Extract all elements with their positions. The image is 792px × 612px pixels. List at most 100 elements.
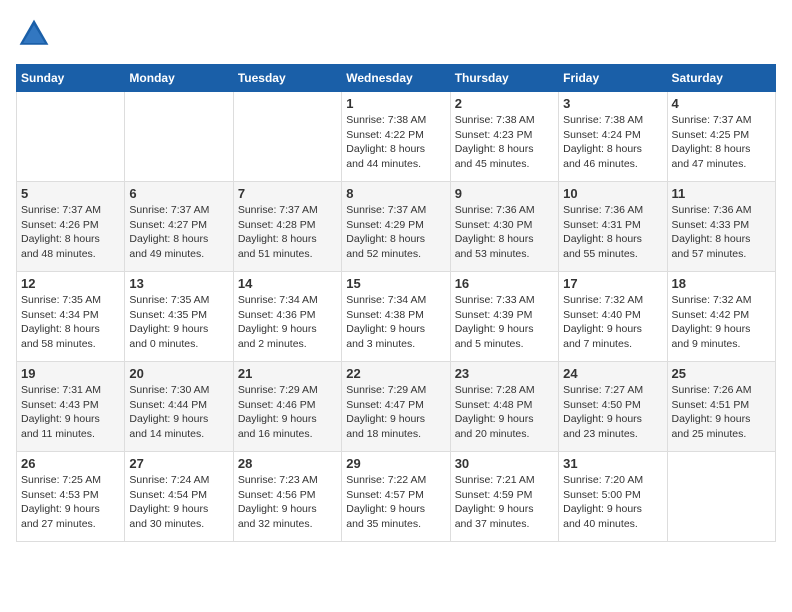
day-info: Sunrise: 7:37 AM Sunset: 4:28 PM Dayligh…: [238, 203, 337, 262]
calendar-cell: 27 Sunrise: 7:24 AM Sunset: 4:54 PM Dayli…: [125, 452, 233, 542]
calendar-week-0: 1Sunrise: 7:38 AM Sunset: 4:22 PM Daylig…: [17, 92, 776, 182]
day-info: Sunrise: 7:29 AM Sunset: 4:46 PM Dayligh…: [238, 383, 337, 442]
day-number: 8: [346, 186, 445, 201]
day-number: 30: [455, 456, 554, 471]
calendar-cell: 8 Sunrise: 7:37 AM Sunset: 4:29 PM Daylig…: [342, 182, 450, 272]
calendar-cell: 31 Sunrise: 7:20 AM Sunset: 5:00 PM Dayli…: [559, 452, 667, 542]
day-number: 4: [672, 96, 771, 111]
calendar-cell: 16 Sunrise: 7:33 AM Sunset: 4:39 PM Dayli…: [450, 272, 558, 362]
day-number: 10: [563, 186, 662, 201]
weekday-row: SundayMondayTuesdayWednesdayThursdayFrid…: [17, 65, 776, 92]
day-number: 29: [346, 456, 445, 471]
day-info: Sunrise: 7:29 AM Sunset: 4:47 PM Dayligh…: [346, 383, 445, 442]
calendar-body: 1Sunrise: 7:38 AM Sunset: 4:22 PM Daylig…: [17, 92, 776, 542]
day-info: Sunrise: 7:38 AM Sunset: 4:23 PM Dayligh…: [455, 113, 554, 172]
calendar-cell: 10 Sunrise: 7:36 AM Sunset: 4:31 PM Dayli…: [559, 182, 667, 272]
calendar-cell: 19Sunrise: 7:31 AM Sunset: 4:43 PM Dayli…: [17, 362, 125, 452]
day-number: 19: [21, 366, 120, 381]
calendar-week-4: 26Sunrise: 7:25 AM Sunset: 4:53 PM Dayli…: [17, 452, 776, 542]
day-info: Sunrise: 7:37 AM Sunset: 4:26 PM Dayligh…: [21, 203, 120, 262]
calendar-cell: 14 Sunrise: 7:34 AM Sunset: 4:36 PM Dayli…: [233, 272, 341, 362]
day-info: Sunrise: 7:34 AM Sunset: 4:36 PM Dayligh…: [238, 293, 337, 352]
day-number: 14: [238, 276, 337, 291]
day-number: 7: [238, 186, 337, 201]
day-info: Sunrise: 7:34 AM Sunset: 4:38 PM Dayligh…: [346, 293, 445, 352]
day-number: 6: [129, 186, 228, 201]
calendar-cell: 7 Sunrise: 7:37 AM Sunset: 4:28 PM Daylig…: [233, 182, 341, 272]
day-info: Sunrise: 7:37 AM Sunset: 4:25 PM Dayligh…: [672, 113, 771, 172]
day-number: 5: [21, 186, 120, 201]
calendar-cell: 20 Sunrise: 7:30 AM Sunset: 4:44 PM Dayli…: [125, 362, 233, 452]
day-info: Sunrise: 7:38 AM Sunset: 4:24 PM Dayligh…: [563, 113, 662, 172]
calendar-cell: 22 Sunrise: 7:29 AM Sunset: 4:47 PM Dayli…: [342, 362, 450, 452]
calendar-week-2: 12 Sunrise: 7:35 AM Sunset: 4:34 PM Dayli…: [17, 272, 776, 362]
calendar-cell: 21 Sunrise: 7:29 AM Sunset: 4:46 PM Dayli…: [233, 362, 341, 452]
calendar-cell: 28 Sunrise: 7:23 AM Sunset: 4:56 PM Dayli…: [233, 452, 341, 542]
day-info: Sunrise: 7:27 AM Sunset: 4:50 PM Dayligh…: [563, 383, 662, 442]
calendar-cell: 24 Sunrise: 7:27 AM Sunset: 4:50 PM Dayli…: [559, 362, 667, 452]
calendar-cell: 17Sunrise: 7:32 AM Sunset: 4:40 PM Dayli…: [559, 272, 667, 362]
calendar-cell: 25 Sunrise: 7:26 AM Sunset: 4:51 PM Dayli…: [667, 362, 775, 452]
day-number: 2: [455, 96, 554, 111]
calendar-cell: 11Sunrise: 7:36 AM Sunset: 4:33 PM Dayli…: [667, 182, 775, 272]
calendar-cell: 26Sunrise: 7:25 AM Sunset: 4:53 PM Dayli…: [17, 452, 125, 542]
weekday-header-monday: Monday: [125, 65, 233, 92]
day-info: Sunrise: 7:37 AM Sunset: 4:29 PM Dayligh…: [346, 203, 445, 262]
calendar-cell: 30 Sunrise: 7:21 AM Sunset: 4:59 PM Dayli…: [450, 452, 558, 542]
day-info: Sunrise: 7:21 AM Sunset: 4:59 PM Dayligh…: [455, 473, 554, 532]
day-info: Sunrise: 7:24 AM Sunset: 4:54 PM Dayligh…: [129, 473, 228, 532]
day-number: 25: [672, 366, 771, 381]
day-info: Sunrise: 7:23 AM Sunset: 4:56 PM Dayligh…: [238, 473, 337, 532]
calendar-cell: 2 Sunrise: 7:38 AM Sunset: 4:23 PM Daylig…: [450, 92, 558, 182]
weekday-header-friday: Friday: [559, 65, 667, 92]
day-info: Sunrise: 7:30 AM Sunset: 4:44 PM Dayligh…: [129, 383, 228, 442]
calendar-cell: 6 Sunrise: 7:37 AM Sunset: 4:27 PM Daylig…: [125, 182, 233, 272]
day-number: 24: [563, 366, 662, 381]
day-info: Sunrise: 7:28 AM Sunset: 4:48 PM Dayligh…: [455, 383, 554, 442]
day-info: Sunrise: 7:22 AM Sunset: 4:57 PM Dayligh…: [346, 473, 445, 532]
day-info: Sunrise: 7:36 AM Sunset: 4:30 PM Dayligh…: [455, 203, 554, 262]
day-number: 21: [238, 366, 337, 381]
page-header: [16, 16, 776, 52]
day-info: Sunrise: 7:37 AM Sunset: 4:27 PM Dayligh…: [129, 203, 228, 262]
calendar-week-1: 5 Sunrise: 7:37 AM Sunset: 4:26 PM Daylig…: [17, 182, 776, 272]
weekday-header-tuesday: Tuesday: [233, 65, 341, 92]
day-number: 22: [346, 366, 445, 381]
calendar-cell: [17, 92, 125, 182]
day-number: 16: [455, 276, 554, 291]
day-number: 31: [563, 456, 662, 471]
day-number: 28: [238, 456, 337, 471]
calendar-cell: [667, 452, 775, 542]
day-number: 3: [563, 96, 662, 111]
weekday-header-thursday: Thursday: [450, 65, 558, 92]
day-number: 11: [672, 186, 771, 201]
day-number: 9: [455, 186, 554, 201]
calendar-cell: 29 Sunrise: 7:22 AM Sunset: 4:57 PM Dayli…: [342, 452, 450, 542]
day-number: 18: [672, 276, 771, 291]
calendar-cell: 15Sunrise: 7:34 AM Sunset: 4:38 PM Dayli…: [342, 272, 450, 362]
calendar-cell: [233, 92, 341, 182]
day-info: Sunrise: 7:35 AM Sunset: 4:34 PM Dayligh…: [21, 293, 120, 352]
weekday-header-saturday: Saturday: [667, 65, 775, 92]
day-info: Sunrise: 7:26 AM Sunset: 4:51 PM Dayligh…: [672, 383, 771, 442]
calendar-cell: 3 Sunrise: 7:38 AM Sunset: 4:24 PM Daylig…: [559, 92, 667, 182]
calendar-cell: 5 Sunrise: 7:37 AM Sunset: 4:26 PM Daylig…: [17, 182, 125, 272]
day-number: 17: [563, 276, 662, 291]
weekday-header-sunday: Sunday: [17, 65, 125, 92]
logo-icon: [16, 16, 52, 52]
day-info: Sunrise: 7:36 AM Sunset: 4:31 PM Dayligh…: [563, 203, 662, 262]
day-info: Sunrise: 7:20 AM Sunset: 5:00 PM Dayligh…: [563, 473, 662, 532]
calendar-cell: 9 Sunrise: 7:36 AM Sunset: 4:30 PM Daylig…: [450, 182, 558, 272]
day-info: Sunrise: 7:35 AM Sunset: 4:35 PM Dayligh…: [129, 293, 228, 352]
day-number: 12: [21, 276, 120, 291]
calendar-header: SundayMondayTuesdayWednesdayThursdayFrid…: [17, 65, 776, 92]
day-number: 23: [455, 366, 554, 381]
calendar-cell: [125, 92, 233, 182]
calendar-cell: 12 Sunrise: 7:35 AM Sunset: 4:34 PM Dayli…: [17, 272, 125, 362]
day-number: 27: [129, 456, 228, 471]
day-number: 20: [129, 366, 228, 381]
calendar-week-3: 19Sunrise: 7:31 AM Sunset: 4:43 PM Dayli…: [17, 362, 776, 452]
day-info: Sunrise: 7:38 AM Sunset: 4:22 PM Dayligh…: [346, 113, 445, 172]
day-info: Sunrise: 7:25 AM Sunset: 4:53 PM Dayligh…: [21, 473, 120, 532]
day-info: Sunrise: 7:33 AM Sunset: 4:39 PM Dayligh…: [455, 293, 554, 352]
